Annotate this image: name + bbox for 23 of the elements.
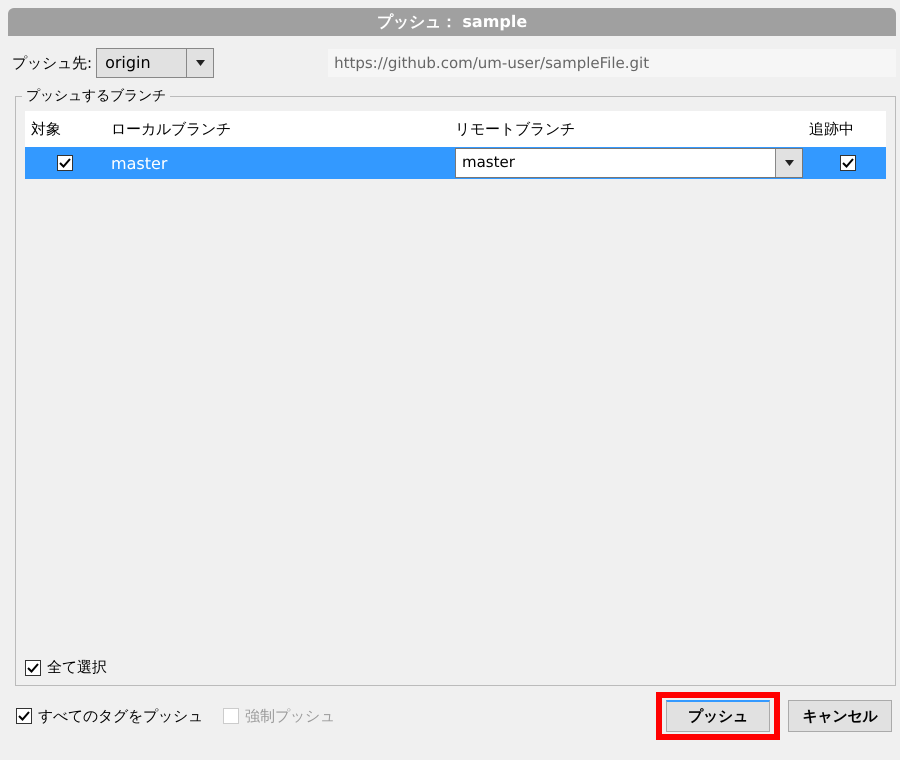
checkbox[interactable] — [840, 155, 856, 171]
checkbox-label: 強制プッシュ — [245, 706, 335, 726]
table-cell-text: master — [110, 152, 168, 174]
column-header: リモートブランチ — [455, 120, 576, 138]
caret-icon — [196, 60, 205, 66]
url-field: https://github.com/um-user/sampleFile.git — [328, 49, 896, 77]
checkbox[interactable] — [57, 155, 73, 171]
checkbox[interactable] — [25, 660, 41, 676]
cancel-button[interactable]: キャンセル — [788, 700, 892, 732]
caret-icon — [784, 160, 794, 166]
checkbox-label: すべてのタグをプッシュ — [38, 706, 203, 726]
checkbox[interactable] — [16, 708, 32, 724]
group-title: プッシュするブランチ — [22, 87, 170, 105]
column-header: 追跡中 — [808, 120, 855, 138]
branch-row[interactable]: master master — [25, 147, 886, 179]
column-header: 対象 — [30, 120, 62, 138]
remote-dropdown[interactable]: origin — [96, 48, 214, 78]
checkbox-label: 全て選択 — [47, 658, 107, 677]
window-title: プッシュ： sample — [8, 8, 896, 36]
push-button[interactable]: プッシュ — [666, 700, 770, 732]
remote-branch-dropdown[interactable]: master — [455, 148, 803, 178]
remote-label: プッシュ先: — [12, 54, 92, 72]
column-header: ローカルブランチ — [110, 120, 232, 138]
